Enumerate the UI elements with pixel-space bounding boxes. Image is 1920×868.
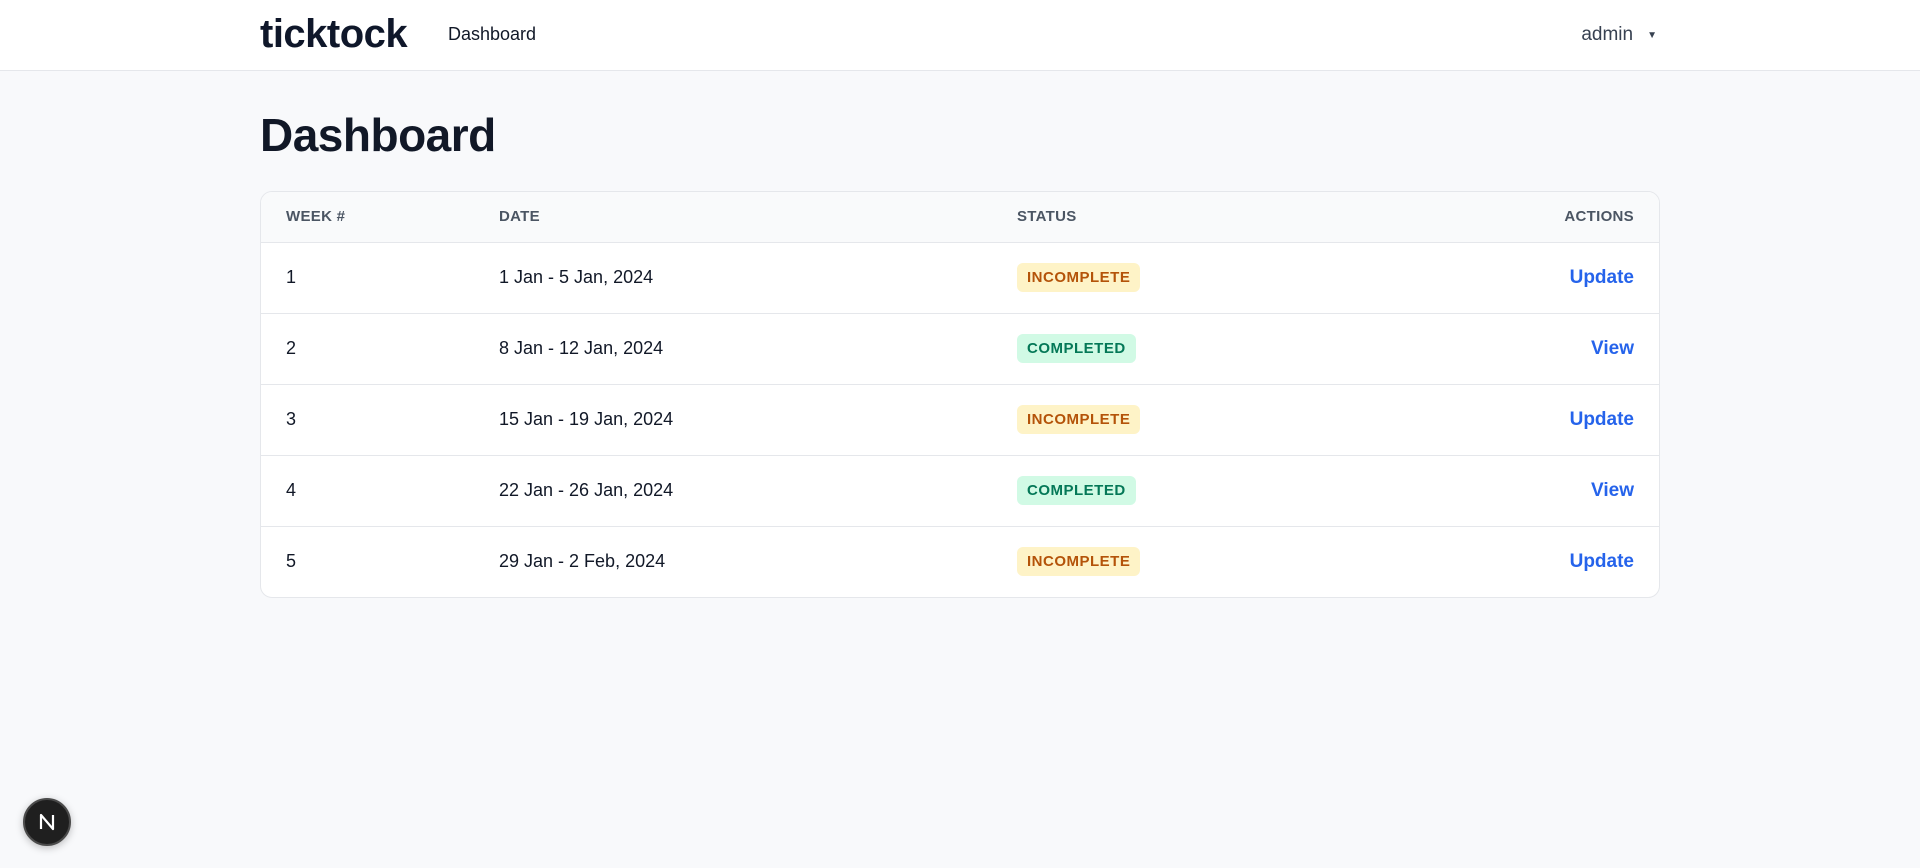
column-header-actions: ACTIONS (1380, 192, 1659, 243)
date-cell: 22 Jan - 26 Jan, 2024 (499, 455, 1017, 527)
table-header-row: WEEK # DATE STATUS ACTIONS (261, 192, 1659, 243)
update-link[interactable]: Update (1570, 267, 1634, 288)
date-cell: 8 Jan - 12 Jan, 2024 (499, 313, 1017, 385)
status-badge: INCOMPLETE (1017, 263, 1141, 292)
nav-link-dashboard[interactable]: Dashboard (448, 24, 536, 45)
user-name: admin (1581, 24, 1634, 45)
user-menu[interactable]: admin ▼ (1581, 24, 1657, 46)
nextjs-logo-icon (39, 813, 55, 831)
column-header-status: STATUS (1017, 192, 1381, 243)
view-link[interactable]: View (1591, 480, 1634, 501)
page-title: Dashboard (260, 109, 496, 161)
view-link[interactable]: View (1591, 338, 1634, 359)
week-number-cell: 3 (261, 384, 499, 456)
timesheet-table: WEEK # DATE STATUS ACTIONS 1 1 Jan - 5 J… (261, 192, 1659, 597)
table-row: 4 22 Jan - 26 Jan, 2024 COMPLETED View (261, 455, 1659, 527)
nextjs-dev-indicator[interactable] (23, 798, 71, 846)
timesheet-table-card: WEEK # DATE STATUS ACTIONS 1 1 Jan - 5 J… (260, 191, 1660, 598)
top-navbar: ticktock Dashboard admin ▼ (0, 0, 1920, 71)
table-row: 2 8 Jan - 12 Jan, 2024 COMPLETED View (261, 313, 1659, 385)
brand-logo[interactable]: ticktock (260, 12, 408, 57)
date-cell: 29 Jan - 2 Feb, 2024 (499, 551, 666, 572)
date-cell: 15 Jan - 19 Jan, 2024 (499, 384, 1017, 456)
week-number-cell: 1 (261, 242, 499, 314)
status-badge: INCOMPLETE (1017, 405, 1141, 434)
update-link[interactable]: Update (1570, 551, 1634, 572)
caret-down-icon: ▼ (1647, 29, 1657, 41)
date-cell: 1 Jan - 5 Jan, 2024 (499, 242, 1017, 314)
week-number-cell: 4 (261, 455, 499, 527)
week-number-cell: 2 (261, 313, 499, 385)
table-row: 1 1 Jan - 5 Jan, 2024 INCOMPLETE Update (261, 242, 1659, 314)
update-link[interactable]: Update (1570, 409, 1634, 430)
table-row: 5 29 Jan - 2 Feb, 2024 INCOMPLETE Update (261, 526, 1659, 597)
column-header-date: DATE (499, 192, 1017, 243)
status-badge: COMPLETED (1017, 334, 1136, 363)
status-badge: INCOMPLETE (1017, 547, 1141, 577)
week-number-cell: 5 (286, 551, 297, 572)
status-badge: COMPLETED (1017, 476, 1136, 505)
table-row: 3 15 Jan - 19 Jan, 2024 INCOMPLETE Updat… (261, 384, 1659, 456)
column-header-week: WEEK # (261, 192, 499, 243)
